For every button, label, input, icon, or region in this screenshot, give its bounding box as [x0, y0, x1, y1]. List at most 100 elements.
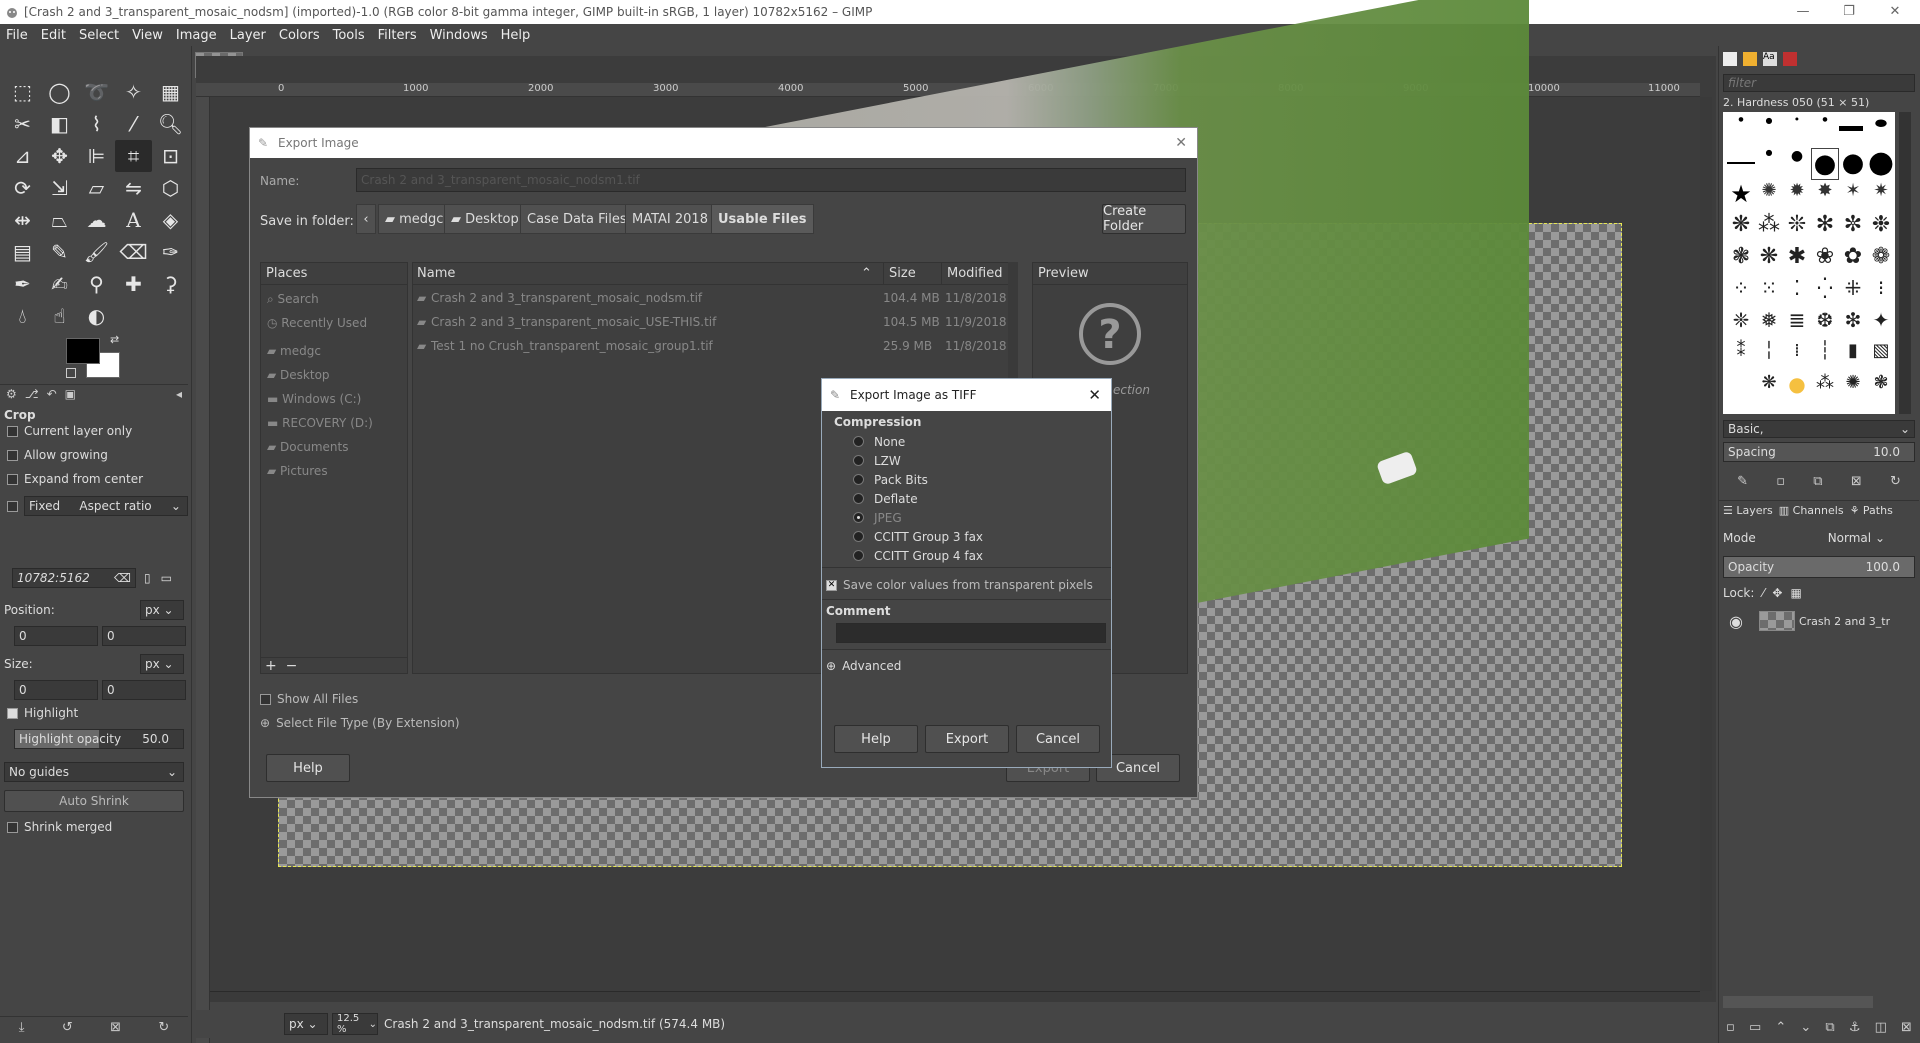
file-row[interactable]: ▰ Crash 2 and 3_transparent_mosaic_USE-T… [413, 311, 1007, 335]
color-picker-icon[interactable]: ⁄ [115, 108, 152, 140]
smudge-icon[interactable]: ☝ [41, 300, 78, 332]
undo-history-tab-icon[interactable]: ↶ [47, 387, 57, 401]
patterns-tab-icon[interactable] [1743, 52, 1757, 66]
close-window-button[interactable]: ✕ [1872, 0, 1918, 24]
place-search[interactable]: ⌕ Search [261, 287, 411, 311]
size-unit-select[interactable]: px ⌄ [140, 654, 184, 674]
breadcrumb-usable-files[interactable]: Usable Files [711, 204, 814, 234]
advanced-expander[interactable]: ⊕ Advanced [822, 655, 1111, 677]
duplicate-layer-icon[interactable]: ⧉ [1825, 1020, 1834, 1035]
tiff-export-button[interactable]: Export [925, 725, 1009, 753]
eraser-icon[interactable]: ⌫ [115, 236, 152, 268]
layer-row[interactable]: ◉ Crash 2 and 3_tr [1723, 608, 1915, 634]
menu-layer[interactable]: Layer [230, 28, 266, 43]
move-icon[interactable]: ✥ [41, 140, 78, 172]
flip-icon[interactable]: ⇋ [115, 172, 152, 204]
bucket-fill-icon[interactable]: ◈ [152, 204, 189, 236]
compression-ccitt3-radio[interactable]: CCITT Group 3 fax [822, 527, 983, 546]
images-tab-icon[interactable]: ▣ [65, 387, 76, 401]
column-size[interactable]: Size [889, 266, 916, 281]
layers-scrollbar[interactable] [1723, 996, 1873, 1008]
filename-input[interactable]: Crash 2 and 3_transparent_mosaic_nodsm1.… [356, 168, 1186, 192]
position-unit-select[interactable]: px ⌄ [140, 600, 184, 620]
clear-icon[interactable]: ⌫ [114, 571, 131, 585]
mode-select[interactable]: Normal ⌄ [1828, 531, 1885, 545]
heal-icon[interactable]: ✚ [115, 268, 152, 300]
brushes-tab-icon[interactable] [1723, 52, 1737, 66]
position-x-input[interactable]: 0 [14, 626, 98, 646]
new-group-icon[interactable]: ▭ [1749, 1020, 1761, 1035]
shrink-merged-checkbox[interactable]: Shrink merged [0, 816, 188, 838]
highlight-opacity-slider[interactable]: Highlight opacity 50.0 [14, 729, 184, 749]
compression-lzw-radio[interactable]: LZW [822, 451, 901, 470]
zoom-select[interactable]: 12.5 % ⌄ [332, 1013, 378, 1035]
perspective-clone-icon[interactable]: ⚳ [152, 268, 189, 300]
vertical-scrollbar[interactable] [1700, 97, 1712, 991]
menu-filters[interactable]: Filters [378, 28, 417, 43]
scale-icon[interactable]: ⇲ [41, 172, 78, 204]
breadcrumb-desktop[interactable]: ▰ Desktop [444, 204, 526, 234]
cage-icon[interactable]: ⬡ [152, 172, 189, 204]
new-layer-icon[interactable]: ▫ [1726, 1020, 1735, 1035]
compression-jpeg-radio[interactable]: JPEG [822, 508, 902, 527]
place-recovery-d[interactable]: ▬ RECOVERY (D:) [261, 411, 411, 435]
smudge-warp-icon[interactable]: ☁ [78, 204, 115, 236]
menu-select[interactable]: Select [79, 28, 119, 43]
dodge-burn-icon[interactable]: ◐ [78, 300, 115, 332]
select-file-type-expander[interactable]: ⊕ Select File Type (By Extension) [260, 712, 560, 734]
lower-layer-icon[interactable]: ⌄ [1800, 1020, 1811, 1035]
fonts-tab-icon[interactable]: Aa [1763, 52, 1777, 66]
new-brush-icon[interactable]: ▫ [1776, 474, 1785, 489]
mypaint-icon[interactable]: ✍ [41, 268, 78, 300]
ink-icon[interactable]: ✒ [4, 268, 41, 300]
airbrush-icon[interactable]: ✑ [152, 236, 189, 268]
compression-ccitt4-radio[interactable]: CCITT Group 4 fax [822, 546, 983, 565]
ellipse-select-icon[interactable]: ◯ [41, 76, 78, 108]
menu-windows[interactable]: Windows [430, 28, 488, 43]
export-dialog-help-button[interactable]: Help [266, 754, 350, 782]
perspective-icon[interactable]: ⏢ [41, 204, 78, 236]
size-y-input[interactable]: 0 [102, 680, 186, 700]
comment-input[interactable] [836, 623, 1106, 643]
lock-pixels-icon[interactable]: ⁄ [1762, 586, 1764, 600]
landscape-icon[interactable]: ▭ [161, 571, 172, 585]
delete-brush-icon[interactable]: ⊠ [1851, 474, 1862, 489]
menu-colors[interactable]: Colors [279, 28, 320, 43]
menu-view[interactable]: View [132, 28, 163, 43]
blur-icon[interactable]: 💧︎ [4, 300, 41, 332]
maximize-button[interactable]: ❐ [1826, 0, 1872, 24]
minimize-button[interactable]: — [1780, 0, 1826, 24]
anchor-layer-icon[interactable]: ⚓ [1849, 1020, 1861, 1035]
lasso-icon[interactable]: ➰ [78, 76, 115, 108]
unified-transform-icon[interactable]: ⊡ [152, 140, 189, 172]
clone-icon[interactable]: ⚲ [78, 268, 115, 300]
column-modified[interactable]: Modified [947, 266, 1002, 281]
size-x-input[interactable]: 0 [14, 680, 98, 700]
restore-options-icon[interactable]: ↺ [62, 1020, 73, 1035]
swap-colors-icon[interactable]: ⇄ [110, 333, 119, 346]
breadcrumb-case-data-files[interactable]: Case Data Files [520, 204, 634, 234]
eye-icon[interactable]: ◉ [1729, 612, 1743, 631]
allow-growing-checkbox[interactable]: Allow growing [0, 444, 188, 466]
menu-help[interactable]: Help [501, 28, 531, 43]
color-select-icon[interactable]: ▦ [152, 76, 189, 108]
menu-edit[interactable]: Edit [41, 28, 66, 43]
save-options-icon[interactable]: ⤓ [19, 1020, 25, 1035]
menu-image[interactable]: Image [176, 28, 217, 43]
breadcrumb-matai-2018[interactable]: MATAI 2018 [625, 204, 715, 234]
tab-paths[interactable]: ⚘ Paths [1850, 504, 1893, 517]
compression-none-radio[interactable]: None [822, 432, 905, 451]
tiff-help-button[interactable]: Help [834, 725, 918, 753]
refresh-brushes-icon[interactable]: ↻ [1890, 474, 1901, 489]
device-status-tab-icon[interactable]: ⎇ [25, 387, 39, 401]
highlight-checkbox[interactable]: Highlight [0, 702, 188, 724]
delete-layer-icon[interactable]: ⊠ [1901, 1020, 1912, 1035]
lock-alpha-icon[interactable]: ▦ [1790, 586, 1801, 600]
configure-tab-icon[interactable]: ◂ [176, 387, 182, 401]
lock-position-icon[interactable]: ✥ [1772, 586, 1782, 600]
warp-icon[interactable]: ⇹ [4, 204, 41, 236]
measure-icon[interactable]: ⊿ [4, 140, 41, 172]
unit-select[interactable]: px ⌄ [284, 1013, 328, 1035]
compression-packbits-radio[interactable]: Pack Bits [822, 470, 928, 489]
remove-bookmark-icon[interactable]: − [286, 658, 298, 674]
